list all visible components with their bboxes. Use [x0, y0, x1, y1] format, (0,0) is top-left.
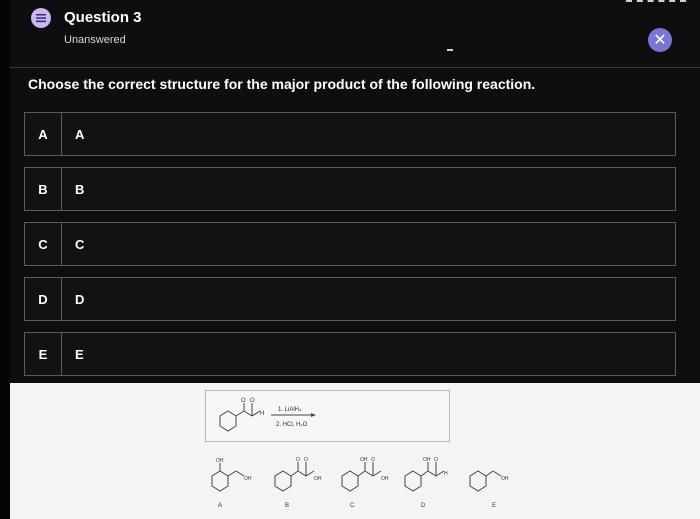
choice-label: B: [75, 181, 85, 197]
choice-a[interactable]: A A: [24, 112, 676, 156]
close-icon: ✕: [653, 32, 667, 49]
screen-bezel: [0, 0, 10, 519]
choice-label: C: [75, 236, 85, 252]
header-divider: [10, 67, 700, 68]
structure-c-o-label: O: [371, 457, 375, 463]
structure-a-oh-label: OH: [244, 476, 252, 482]
choice-label: A: [75, 126, 85, 142]
structure-a-oh-label: OH: [216, 458, 224, 464]
structure-b-o-label: O: [296, 457, 300, 463]
answer-structures-drawing: OH OH O O OH OH O OH OH O H OH: [211, 457, 509, 492]
structure-label-c: C: [350, 503, 355, 509]
structure-label-d: D: [421, 503, 426, 509]
reagent-step-1: 1. LiAlH₄: [278, 407, 302, 413]
reaction-image: O O H 1. LiAlH₄ 2. HCl, H₂O OH OH O O OH…: [10, 383, 700, 519]
question-header: Question 3 Unanswered ✕: [10, 0, 700, 70]
choice-letter: C: [25, 223, 62, 265]
choice-label: E: [75, 346, 84, 362]
choice-b[interactable]: B B: [24, 167, 676, 211]
choice-d[interactable]: D D: [24, 277, 676, 321]
structure-label-b: B: [285, 503, 290, 509]
structure-b-o-label: O: [304, 457, 308, 463]
answer-structures: OH OH O O OH OH O OH OH O H OH A B C D E: [198, 453, 518, 515]
structure-label-a: A: [218, 503, 223, 509]
status-indicator: [626, 0, 686, 6]
aldehyde-h-label: H: [260, 411, 264, 417]
reaction-scheme: O O H 1. LiAlH₄ 2. HCl, H₂O: [205, 390, 450, 442]
question-title: Question 3: [64, 9, 142, 26]
question-status: Unanswered: [64, 34, 126, 46]
separator-mark: [447, 49, 453, 51]
structure-d-oh-label: OH: [423, 457, 431, 463]
close-button[interactable]: ✕: [648, 28, 672, 52]
reagent-step-2: 2. HCl, H₂O: [276, 422, 308, 428]
structure-label-e: E: [492, 503, 497, 509]
question-prompt: Choose the correct structure for the maj…: [28, 76, 536, 92]
choice-letter: B: [25, 168, 62, 210]
carbonyl-o-label: O: [250, 398, 255, 404]
choice-c[interactable]: C C: [24, 222, 676, 266]
choice-label: D: [75, 291, 85, 307]
structure-c-oh-label: OH: [381, 476, 389, 482]
structure-c-oh-label: OH: [360, 457, 368, 463]
structure-d-o-label: O: [434, 457, 438, 463]
choice-letter: D: [25, 278, 62, 320]
structure-b-oh-label: OH: [314, 476, 322, 482]
carbonyl-o-label: O: [241, 398, 246, 404]
structure-e-oh-label: OH: [501, 476, 509, 482]
choice-e[interactable]: E E: [24, 332, 676, 376]
choice-letter: E: [25, 333, 62, 375]
choice-letter: A: [25, 113, 62, 155]
structure-d-h-label: H: [444, 471, 448, 477]
starting-material-structure: O O H: [219, 398, 316, 432]
question-list-icon: [31, 8, 51, 28]
